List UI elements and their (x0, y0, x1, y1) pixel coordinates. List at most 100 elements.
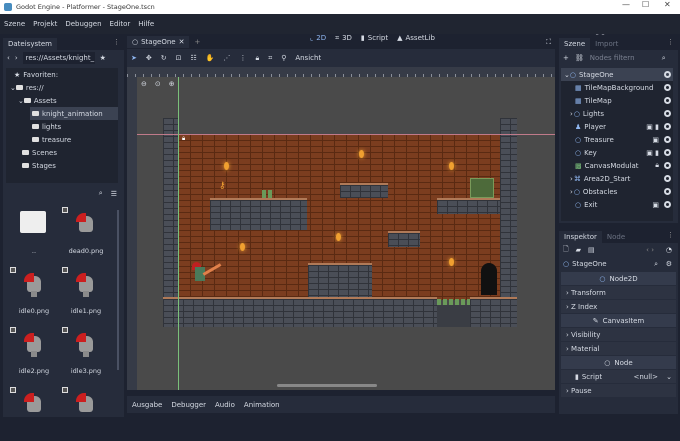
lock-icon[interactable]: 🔒︎ (655, 161, 659, 170)
add-node-icon[interactable]: + (563, 54, 569, 62)
lock-icon[interactable]: 🔒︎ (256, 54, 260, 63)
visibility-eye-icon[interactable] (664, 71, 671, 78)
tab-inspektor[interactable]: Inspektor (559, 231, 602, 243)
minimize-button[interactable]: — (622, 0, 630, 9)
property-group-pause[interactable]: › Pause (561, 384, 676, 397)
zoom-out-icon[interactable]: ⊖ (141, 80, 147, 88)
canvas-viewport[interactable]: ⊖ ⊙ ⊕ ⚷ 🔒︎ (137, 77, 555, 390)
file-item-idle0[interactable]: idle0.png (8, 265, 60, 321)
list-view-icon[interactable]: ☰ (111, 190, 117, 198)
maximize-button[interactable]: ☐ (642, 0, 649, 9)
back-icon[interactable]: ‹ (7, 54, 10, 62)
node-stageone[interactable]: ⌄ ○ StageOne (561, 68, 673, 81)
file-item[interactable] (8, 385, 60, 441)
tree-item-favoriten[interactable]: ★ Favoriten: (6, 68, 118, 81)
visibility-eye-icon[interactable] (664, 110, 671, 117)
more-icon[interactable]: ⋮ (240, 54, 247, 62)
search-icon[interactable]: ⌕ (662, 54, 666, 63)
search-icon[interactable]: ⌕ (99, 189, 103, 198)
chevron-down-icon[interactable]: ⌄ (666, 373, 672, 381)
menu-hilfe[interactable]: Hilfe (134, 20, 158, 28)
property-group-transform[interactable]: › Transform (561, 286, 676, 299)
visibility-eye-icon[interactable] (664, 175, 671, 182)
node-area2d-start[interactable]: › ⌘ Area2D_Start (561, 172, 673, 185)
select-tool-icon[interactable]: ➤ (131, 54, 137, 62)
scale-tool-icon[interactable]: ⊡ (176, 54, 182, 62)
tab-dateisystem[interactable]: Dateisystem (3, 38, 57, 50)
bone-icon[interactable]: ⚲ (281, 54, 286, 62)
dock-menu-icon[interactable]: ⋮ (113, 38, 120, 46)
new-resource-icon[interactable]: 🗋 (563, 245, 569, 256)
tab-node[interactable]: Node (602, 231, 630, 243)
pan-tool-icon[interactable]: ✋ (206, 54, 215, 62)
view-menu[interactable]: Ansicht (295, 54, 321, 62)
tab-animation[interactable]: Animation (244, 401, 280, 409)
instance-icon[interactable]: ▣ (652, 201, 659, 209)
search-icon[interactable]: ⌕ (654, 260, 658, 269)
dock-menu-icon[interactable]: ⋮ (667, 231, 674, 239)
open-folder-icon[interactable]: ▰ (576, 246, 581, 254)
add-tab-icon[interactable]: + (194, 38, 200, 46)
file-item-parent[interactable]: .. (8, 205, 60, 261)
distraction-free-icon[interactable]: ⛶ (546, 38, 551, 47)
tab-import[interactable]: Import (590, 38, 623, 50)
property-group-material[interactable]: › Material (561, 342, 676, 355)
scene-tab-stageone[interactable]: ○ StageOne ✕ (127, 36, 190, 48)
file-grid-scrollbar[interactable] (117, 210, 119, 370)
save-icon[interactable]: ▤ (588, 246, 595, 254)
node-treasure[interactable]: ○ Treasure ▣ (561, 133, 673, 146)
tree-item-knight-animation[interactable]: knight_animation (30, 107, 118, 120)
visibility-eye-icon[interactable] (664, 136, 671, 143)
node-key[interactable]: ○ Key ▣ ▮ (561, 146, 673, 159)
move-tool-icon[interactable]: ✥ (146, 54, 152, 62)
tree-item-treasure[interactable]: treasure (6, 133, 118, 146)
history-icon[interactable]: ◔ (666, 246, 672, 254)
zoom-in-icon[interactable]: ⊕ (169, 80, 175, 88)
file-item-dead0[interactable]: dead0.png (60, 205, 112, 261)
visibility-eye-icon[interactable] (664, 162, 671, 169)
tree-item-assets[interactable]: ⌄ Assets (6, 94, 118, 107)
visibility-eye-icon[interactable] (664, 201, 671, 208)
group-icon[interactable]: ⌗ (268, 54, 272, 63)
tree-item-res[interactable]: ⌄ res:// (6, 81, 118, 94)
visibility-eye-icon[interactable] (664, 188, 671, 195)
close-tab-icon[interactable]: ✕ (179, 38, 185, 46)
tree-item-stages[interactable]: Stages (6, 159, 118, 172)
node-tilemapbackground[interactable]: ▦ TileMapBackground (561, 81, 673, 94)
visibility-eye-icon[interactable] (664, 97, 671, 104)
dock-menu-icon[interactable]: ⋮ (667, 38, 674, 46)
node-player[interactable]: ♟ Player ▣ ▮ (561, 120, 673, 133)
forward-icon[interactable]: › (15, 54, 18, 62)
favorite-star-icon[interactable]: ★ (100, 54, 106, 62)
menu-editor[interactable]: Editor (106, 20, 135, 28)
horizontal-scrollbar[interactable] (277, 384, 377, 387)
rotate-tool-icon[interactable]: ↻ (161, 54, 167, 62)
tree-item-scenes[interactable]: Scenes (6, 146, 118, 159)
property-group-visibility[interactable]: › Visibility (561, 328, 676, 341)
tab-ausgabe[interactable]: Ausgabe (132, 401, 162, 409)
node-filter-input[interactable]: Nodes filtern (590, 54, 656, 62)
list-select-icon[interactable]: ☷ (191, 54, 197, 62)
instance-script-icons[interactable]: ▣ ▮ (646, 149, 659, 157)
file-item-idle3[interactable]: idle3.png (60, 325, 112, 381)
menu-projekt[interactable]: Projekt (29, 20, 61, 28)
node-obstacles[interactable]: › ○ Obstacles (561, 185, 673, 198)
link-icon[interactable]: ⛓ (575, 54, 584, 62)
path-field[interactable]: res://Assets/knight_ (22, 52, 95, 64)
file-item-idle2[interactable]: idle2.png (8, 325, 60, 381)
tab-audio[interactable]: Audio (215, 401, 235, 409)
file-item-idle1[interactable]: idle1.png (60, 265, 112, 321)
file-item[interactable] (60, 385, 112, 441)
menu-szene[interactable]: Szene (0, 20, 29, 28)
node-canvasmodulate[interactable]: ▩ CanvasModulat 🔒︎ (561, 159, 673, 172)
menu-debuggen[interactable]: Debuggen (61, 20, 105, 28)
visibility-eye-icon[interactable] (664, 84, 671, 91)
zoom-reset-icon[interactable]: ⊙ (155, 80, 161, 88)
tab-debugger[interactable]: Debugger (171, 401, 206, 409)
visibility-eye-icon[interactable] (664, 123, 671, 130)
history-nav-icons[interactable]: ‹ › (646, 246, 654, 254)
object-properties-icon[interactable]: ⚙ (666, 260, 672, 268)
snap-icon[interactable]: ⋰ (224, 54, 231, 62)
close-button[interactable]: ✕ (664, 0, 671, 9)
node-tilemap[interactable]: ▦ TileMap (561, 94, 673, 107)
